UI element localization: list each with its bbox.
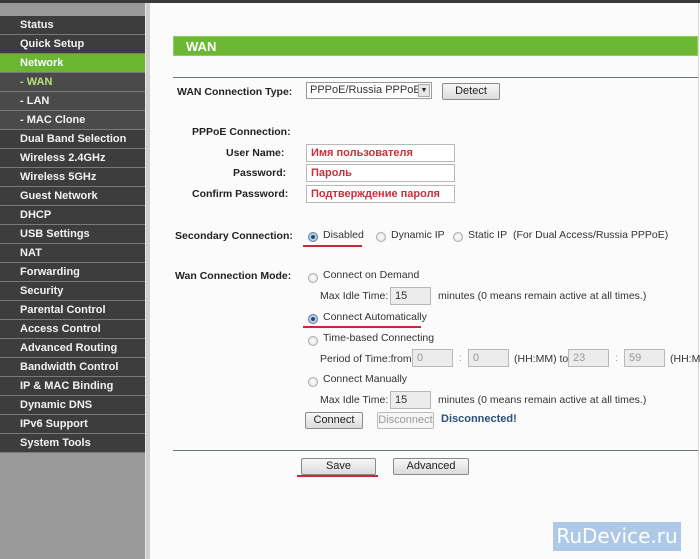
- sidebar-item-forwarding[interactable]: Forwarding: [0, 263, 145, 282]
- wan-type-label: WAN Connection Type:: [177, 86, 293, 98]
- hhmm-to-label: (HH:MM) to: [514, 353, 569, 365]
- sidebar-item-mac-clone[interactable]: - MAC Clone: [0, 111, 145, 130]
- sidebar-item-system-tools[interactable]: System Tools: [0, 434, 145, 453]
- sidebar-item-ipv6-support[interactable]: IPv6 Support: [0, 415, 145, 434]
- mode-auto-radio[interactable]: [308, 314, 318, 324]
- confirm-password-input[interactable]: Подтверждение пароля: [306, 185, 455, 203]
- sidebar-item-security[interactable]: Security: [0, 282, 145, 301]
- sidebar-item-wireless-24[interactable]: Wireless 2.4GHz: [0, 149, 145, 168]
- secondary-disabled-radio[interactable]: [308, 232, 318, 242]
- hhmm-label: (HH:MM): [670, 353, 700, 365]
- highlight-underline: [303, 245, 362, 247]
- confirm-password-label: Confirm Password:: [192, 188, 289, 200]
- sidebar-item-guest-network[interactable]: Guest Network: [0, 187, 145, 206]
- max-idle-note: minutes (0 means remain active at all ti…: [438, 394, 647, 406]
- detect-button[interactable]: Detect: [442, 83, 500, 100]
- sidebar-item-ip-mac-binding[interactable]: IP & MAC Binding: [0, 377, 145, 396]
- save-button[interactable]: Save: [301, 458, 376, 475]
- highlight-underline: [297, 475, 378, 477]
- wan-type-select[interactable]: PPPoE/Russia PPPoE ▼: [306, 82, 432, 99]
- sidebar-item-wan[interactable]: - WAN: [0, 73, 145, 92]
- sidebar-item-access-control[interactable]: Access Control: [0, 320, 145, 339]
- sidebar-item-lan[interactable]: - LAN: [0, 92, 145, 111]
- pppoe-connection-label: PPPoE Connection:: [192, 126, 291, 138]
- mode-on-demand-radio[interactable]: [308, 273, 318, 283]
- wan-type-value: PPPoE/Russia PPPoE: [310, 84, 421, 96]
- divider: [173, 450, 698, 451]
- max-idle-label: Max Idle Time:: [320, 290, 389, 302]
- username-label: User Name:: [226, 147, 285, 159]
- sidebar-item-dhcp[interactable]: DHCP: [0, 206, 145, 225]
- max-idle-input-manual[interactable]: 15: [390, 391, 431, 409]
- max-idle-note: minutes (0 means remain active at all ti…: [438, 290, 647, 302]
- to-mm-input[interactable]: 59: [624, 349, 665, 367]
- divider: [173, 77, 698, 78]
- password-input[interactable]: Пароль: [306, 164, 455, 182]
- secondary-dynamic-ip-radio[interactable]: [376, 232, 386, 242]
- password-label: Password:: [233, 167, 287, 179]
- page-title: WAN: [186, 39, 217, 54]
- mode-time-based-radio[interactable]: [308, 336, 318, 346]
- secondary-dynamic-ip-label: Dynamic IP: [391, 229, 445, 241]
- sidebar-item-parental-control[interactable]: Parental Control: [0, 301, 145, 320]
- advanced-button[interactable]: Advanced: [393, 458, 469, 475]
- period-label: Period of Time:from: [320, 353, 412, 365]
- sidebar-item-status[interactable]: Status: [0, 16, 145, 35]
- to-hh-input[interactable]: 23: [568, 349, 609, 367]
- disconnect-button[interactable]: Disconnect: [377, 412, 434, 429]
- sidebar-item-quick-setup[interactable]: Quick Setup: [0, 35, 145, 54]
- from-hh-input[interactable]: 0: [412, 349, 453, 367]
- sidebar-item-advanced-routing[interactable]: Advanced Routing: [0, 339, 145, 358]
- secondary-static-ip-radio[interactable]: [453, 232, 463, 242]
- main-content: WAN WAN Connection Type: PPPoE/Russia PP…: [150, 3, 700, 559]
- sidebar-item-bandwidth-control[interactable]: Bandwidth Control: [0, 358, 145, 377]
- sidebar-item-network[interactable]: Network: [0, 54, 145, 73]
- mode-time-based-label: Time-based Connecting: [323, 332, 435, 344]
- mode-on-demand-label: Connect on Demand: [323, 269, 420, 281]
- connection-status: Disconnected!: [441, 413, 517, 425]
- sidebar-item-dual-band[interactable]: Dual Band Selection: [0, 130, 145, 149]
- sidebar-item-dynamic-dns[interactable]: Dynamic DNS: [0, 396, 145, 415]
- sidebar-item-nat[interactable]: NAT: [0, 244, 145, 263]
- max-idle-label: Max Idle Time:: [320, 394, 389, 406]
- sidebar-item-wireless-5[interactable]: Wireless 5GHz: [0, 168, 145, 187]
- secondary-static-ip-label: Static IP: [468, 229, 508, 241]
- mode-manual-label: Connect Manually: [323, 373, 408, 385]
- connect-button[interactable]: Connect: [305, 412, 363, 429]
- mode-manual-radio[interactable]: [308, 377, 318, 387]
- colon: :: [615, 352, 618, 364]
- chevron-down-icon[interactable]: ▼: [418, 84, 430, 97]
- secondary-disabled-label: Disabled: [323, 229, 364, 241]
- secondary-note: (For Dual Access/Russia PPPoE): [513, 229, 669, 241]
- sidebar-menu: Status Quick Setup Network - WAN - LAN -…: [0, 3, 145, 559]
- watermark-logo: RuDevice.ru: [553, 522, 681, 551]
- connection-mode-label: Wan Connection Mode:: [175, 270, 292, 282]
- page-title-bar: WAN: [173, 36, 698, 56]
- colon: :: [459, 352, 462, 364]
- from-mm-input[interactable]: 0: [468, 349, 509, 367]
- highlight-underline: [303, 326, 421, 328]
- mode-auto-label: Connect Automatically: [323, 311, 427, 323]
- sidebar-item-usb-settings[interactable]: USB Settings: [0, 225, 145, 244]
- username-input[interactable]: Имя пользователя: [306, 144, 455, 162]
- secondary-connection-label: Secondary Connection:: [175, 230, 293, 242]
- max-idle-input-demand[interactable]: 15: [390, 287, 431, 305]
